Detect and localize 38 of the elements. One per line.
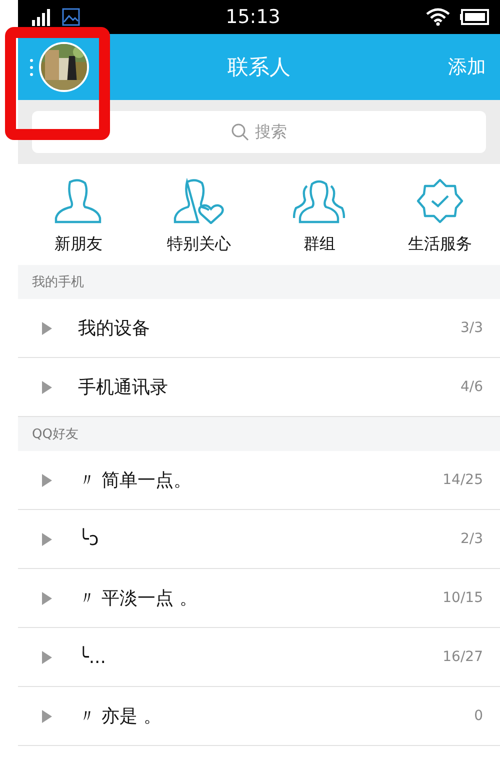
group-count: 2/3	[460, 531, 483, 547]
group-count: 14/25	[442, 472, 483, 488]
section-header: 我的手机	[32, 274, 84, 291]
group-name: 手机通讯录	[78, 376, 169, 399]
group-name: ╰...	[78, 646, 108, 668]
group-name: 我的设备	[78, 317, 151, 340]
group-count: 0	[474, 708, 483, 724]
group-row[interactable]: 〃 亦是 。 0	[18, 687, 500, 746]
group-name: ╰ɔ	[78, 528, 100, 550]
shortcut-button[interactable]: 生活服务	[380, 178, 500, 255]
group-row[interactable]: 〃 平淡一点 。 10/15	[18, 569, 500, 628]
battery-icon	[460, 8, 490, 26]
shortcut-button[interactable]: 特别关心	[138, 178, 259, 255]
group-name: 〃 平淡一点 。	[78, 587, 198, 610]
group-row[interactable]: 我的设备 3/3	[18, 299, 500, 358]
shortcut-button[interactable]: 群组	[259, 178, 380, 255]
group-icon	[293, 178, 346, 224]
wifi-icon	[426, 8, 450, 26]
group-count: 3/3	[460, 320, 483, 336]
search-placeholder: 搜索	[255, 122, 287, 142]
menu-dots-icon[interactable]	[30, 58, 33, 76]
group-name: 〃 亦是 。	[78, 705, 162, 728]
check-badge-icon	[416, 178, 464, 224]
person-heart-icon	[172, 178, 225, 224]
group-count: 4/6	[460, 379, 483, 395]
group-row[interactable]: 〃 简单一点。 14/25	[18, 451, 500, 510]
group-count: 10/15	[442, 590, 483, 606]
shortcut-button[interactable]: 新朋友	[18, 178, 138, 255]
image-icon	[62, 8, 80, 26]
group-row[interactable]: ╰... 16/27	[18, 628, 500, 687]
header-title: 联系人	[228, 55, 290, 79]
group-count: 16/27	[442, 649, 483, 665]
group-row[interactable]: ╰ɔ 2/3	[18, 510, 500, 569]
status-time: 15:13	[226, 6, 280, 28]
search-icon	[231, 123, 249, 141]
avatar[interactable]	[39, 42, 89, 92]
group-name: 〃 简单一点。	[78, 469, 193, 492]
section-header: QQ好友	[32, 426, 78, 443]
